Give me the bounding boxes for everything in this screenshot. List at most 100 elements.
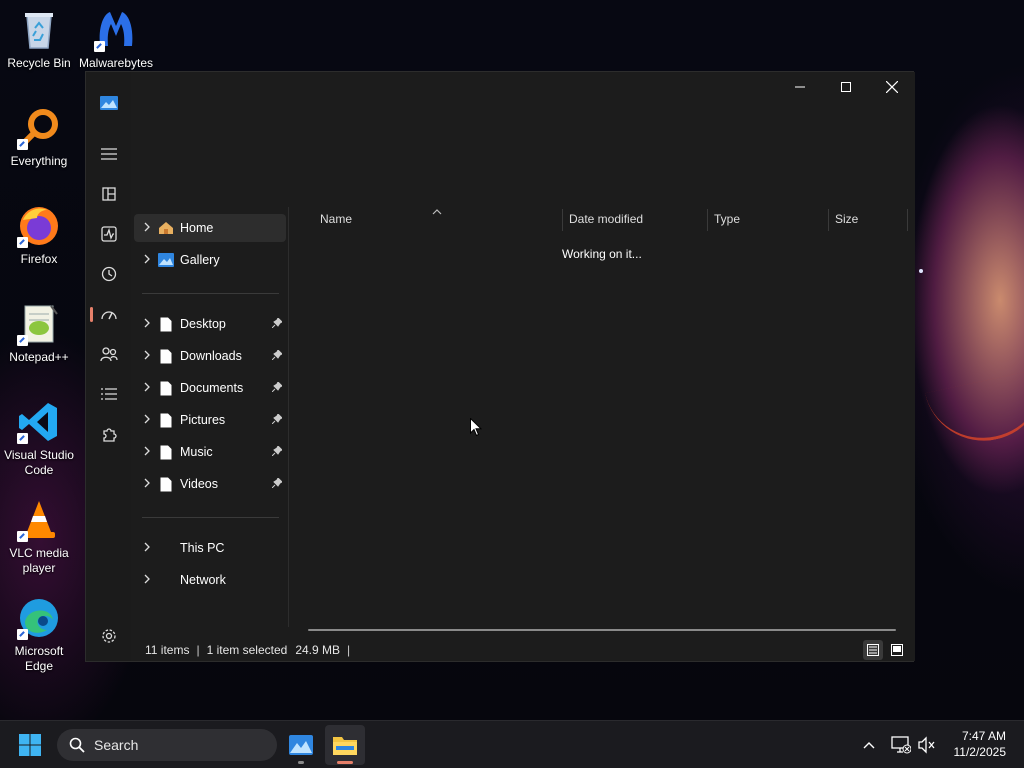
pin-icon[interactable] bbox=[271, 413, 283, 427]
running-indicator bbox=[298, 761, 304, 764]
column-header-name[interactable]: Name bbox=[314, 207, 562, 232]
speed-icon[interactable] bbox=[90, 299, 124, 329]
desktop-icon-label: Malwarebytes bbox=[78, 56, 154, 70]
nav-label: Videos bbox=[180, 477, 218, 491]
desktop-icon-recycle-bin[interactable]: Recycle Bin bbox=[0, 8, 78, 71]
desktop-icon-everything[interactable]: Everything bbox=[0, 106, 78, 169]
horizontal-scrollbar[interactable] bbox=[308, 629, 896, 631]
nav-item-desktop[interactable]: Desktop bbox=[134, 310, 286, 338]
document-icon bbox=[158, 476, 174, 492]
nav-item-home[interactable]: Home bbox=[134, 214, 286, 242]
status-bar: 11 items | 1 item selected 24.9 MB | bbox=[131, 638, 915, 662]
app-logo-icon bbox=[94, 88, 124, 118]
pin-icon[interactable] bbox=[271, 381, 283, 395]
wallpaper-dot bbox=[919, 269, 923, 273]
wallpaper-arc bbox=[925, 368, 1024, 452]
shortcut-arrow-icon bbox=[17, 629, 28, 640]
menu-icon[interactable] bbox=[94, 139, 124, 169]
desktop-icon-vlc[interactable]: VLC media player bbox=[0, 498, 78, 576]
pin-icon[interactable] bbox=[271, 317, 283, 331]
pin-icon[interactable] bbox=[271, 477, 283, 491]
history-icon[interactable] bbox=[94, 259, 124, 289]
chevron-right-icon[interactable] bbox=[136, 413, 158, 427]
minimize-button[interactable] bbox=[777, 72, 823, 102]
desktop-icon-label: Everything bbox=[10, 154, 68, 168]
document-icon bbox=[158, 348, 174, 364]
chevron-right-icon[interactable] bbox=[136, 221, 158, 235]
show-hidden-icons-button[interactable] bbox=[860, 737, 878, 753]
nav-label: Desktop bbox=[180, 317, 226, 331]
taskbar-search-box[interactable]: Search bbox=[57, 729, 277, 761]
column-header-date-modified[interactable]: Date modified bbox=[563, 207, 707, 232]
desktop-icon-label: VLC media player bbox=[9, 546, 69, 575]
navigation-pane: Home Gallery Desktop Downloads Documents… bbox=[131, 207, 289, 627]
nav-label: Documents bbox=[180, 381, 244, 395]
desktop-icon-notepad-plus-plus[interactable]: Notepad++ bbox=[0, 302, 78, 365]
desktop-icon-malwarebytes[interactable]: Malwarebytes bbox=[77, 8, 155, 71]
column-header-type[interactable]: Type bbox=[708, 207, 828, 232]
close-button[interactable] bbox=[869, 72, 915, 102]
settings-icon[interactable] bbox=[94, 621, 124, 651]
start-button[interactable] bbox=[16, 731, 44, 759]
desktop-icon-visual-studio-code[interactable]: Visual Studio Code bbox=[0, 400, 78, 478]
system-clock[interactable]: 7:47 AM 11/2/2025 bbox=[954, 728, 1007, 760]
activity-icon[interactable] bbox=[94, 219, 124, 249]
document-icon bbox=[158, 380, 174, 396]
desktop-icon-microsoft-edge[interactable]: Microsoft Edge bbox=[0, 596, 78, 674]
nav-item-pictures[interactable]: Pictures bbox=[134, 406, 286, 434]
firefox-icon bbox=[17, 204, 61, 248]
network-status-button[interactable] bbox=[891, 736, 912, 754]
file-list-pane[interactable]: Name Date modified Type Size Working on … bbox=[290, 207, 915, 631]
pin-icon[interactable] bbox=[271, 349, 283, 363]
list-icon[interactable] bbox=[94, 379, 124, 409]
shortcut-arrow-icon bbox=[17, 335, 28, 346]
taskbar-app-gallery[interactable] bbox=[281, 725, 321, 765]
chevron-right-icon[interactable] bbox=[136, 381, 158, 395]
chevron-right-icon[interactable] bbox=[136, 253, 158, 267]
status-selection-size: 24.9 MB bbox=[295, 643, 341, 657]
column-divider[interactable] bbox=[907, 209, 908, 231]
chevron-right-icon[interactable] bbox=[136, 349, 158, 363]
pin-icon[interactable] bbox=[271, 445, 283, 459]
home-icon bbox=[158, 220, 174, 236]
everything-search-icon bbox=[17, 106, 61, 150]
nav-icon-spacer bbox=[158, 572, 174, 588]
nav-item-documents[interactable]: Documents bbox=[134, 374, 286, 402]
nav-item-this-pc[interactable]: This PC bbox=[134, 534, 286, 562]
details-view-icon bbox=[867, 644, 879, 656]
nav-item-gallery[interactable]: Gallery bbox=[134, 246, 286, 274]
volume-status-button[interactable] bbox=[917, 736, 937, 754]
nav-item-music[interactable]: Music bbox=[134, 438, 286, 466]
nav-icon-spacer bbox=[158, 540, 174, 556]
taskbar-app-file-explorer[interactable] bbox=[325, 725, 365, 765]
nav-item-videos[interactable]: Videos bbox=[134, 470, 286, 498]
network-disconnected-icon bbox=[891, 736, 912, 754]
users-icon[interactable] bbox=[94, 339, 124, 369]
column-header-size[interactable]: Size bbox=[829, 207, 907, 232]
maximize-button[interactable] bbox=[823, 72, 869, 102]
chevron-right-icon[interactable] bbox=[136, 573, 158, 587]
puzzle-icon[interactable] bbox=[94, 419, 124, 449]
nav-label: Gallery bbox=[180, 253, 220, 267]
chevron-right-icon[interactable] bbox=[136, 317, 158, 331]
nav-label: Downloads bbox=[180, 349, 242, 363]
layout-icon[interactable] bbox=[94, 179, 124, 209]
mouse-cursor-icon bbox=[470, 417, 483, 440]
taskbar: Search 7:47 AM 11/2/2025 bbox=[0, 720, 1024, 768]
nav-label: Music bbox=[180, 445, 213, 459]
nav-label: Pictures bbox=[180, 413, 226, 427]
file-explorer-window[interactable]: Home Gallery Desktop Downloads Documents… bbox=[85, 71, 915, 662]
close-icon bbox=[886, 81, 898, 93]
folder-icon bbox=[333, 737, 357, 755]
nav-item-network[interactable]: Network bbox=[134, 566, 286, 594]
desktop-icon-firefox[interactable]: Firefox bbox=[0, 204, 78, 267]
chevron-right-icon[interactable] bbox=[136, 445, 158, 459]
tiles-view-button[interactable] bbox=[887, 640, 907, 660]
document-icon bbox=[158, 444, 174, 460]
gallery-app-icon bbox=[289, 735, 313, 755]
chevron-right-icon[interactable] bbox=[136, 541, 158, 555]
details-view-button[interactable] bbox=[863, 640, 883, 660]
status-separator: | bbox=[196, 643, 200, 657]
chevron-right-icon[interactable] bbox=[136, 477, 158, 491]
nav-item-downloads[interactable]: Downloads bbox=[134, 342, 286, 370]
